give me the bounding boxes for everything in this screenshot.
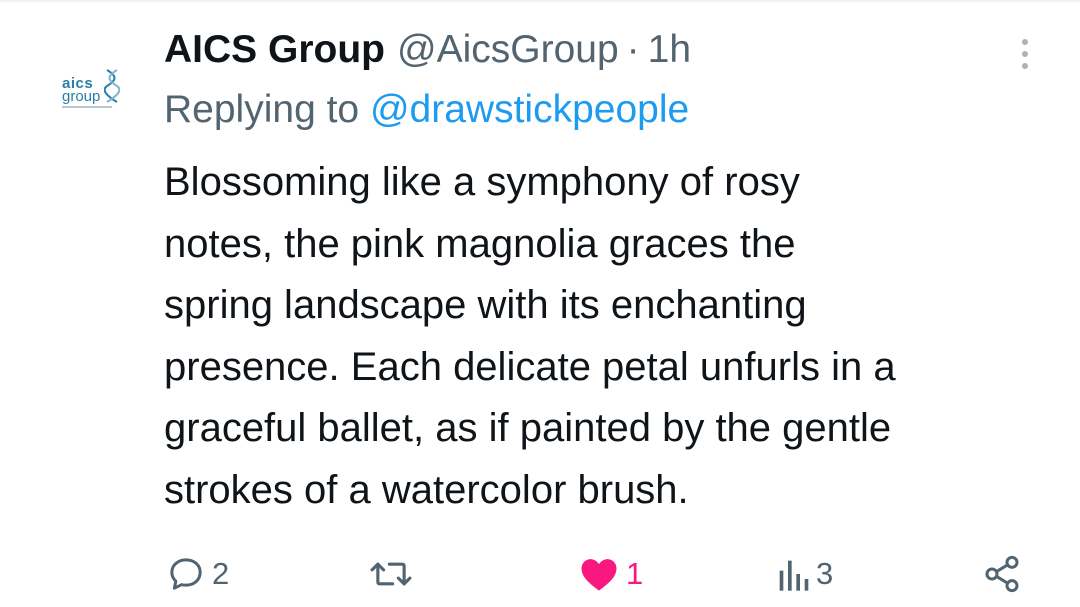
author-name[interactable]: AICS Group (164, 28, 385, 72)
top-divider (0, 0, 1080, 2)
reply-mention-link[interactable]: @drawstickpeople (370, 88, 689, 131)
views-button[interactable]: 3 (776, 546, 833, 602)
logo-word-group: group (62, 88, 101, 105)
views-chart-icon (779, 560, 809, 591)
author-handle[interactable]: @AicsGroup (397, 28, 619, 72)
more-vertical-icon (1022, 39, 1028, 45)
share-button[interactable] (982, 546, 1022, 602)
timestamp[interactable]: 1h (648, 28, 691, 72)
share-icon (985, 555, 1019, 593)
replying-to: Replying to @drawstickpeople (164, 88, 689, 132)
tweet-text-line: spring landscape with its enchanting (164, 283, 807, 327)
reply-bubble-icon (170, 558, 202, 590)
more-options-button[interactable] (1010, 34, 1040, 74)
logo-tagline (62, 106, 112, 108)
heart-filled-icon (581, 559, 617, 591)
reply-count: 2 (212, 556, 230, 591)
tweet-actions: 2 1 3 (0, 546, 1080, 602)
retweet-icon (370, 562, 412, 586)
views-count: 3 (816, 556, 834, 591)
replying-to-label: Replying to (164, 88, 360, 131)
aics-logo: aics group (50, 54, 126, 114)
tweet-text-line: strokes of a watercolor brush. (164, 467, 689, 512)
tweet-text-line: graceful ballet, as if painted by the ge… (164, 406, 892, 450)
tweet-header: AICS Group @AicsGroup · 1h (164, 26, 691, 74)
separator-dot: · (626, 28, 640, 71)
tweet-text-line: notes, the pink magnolia graces the (164, 221, 796, 266)
tweet-body: Blossoming like a symphony of rosy notes… (164, 152, 1064, 521)
tweet-text-line: Blossoming like a symphony of rosy (164, 160, 800, 204)
tweet-text-line: presence. Each delicate petal unfurls in… (164, 344, 896, 389)
like-count: 1 (626, 556, 644, 591)
retweet-button[interactable] (368, 546, 420, 602)
like-button[interactable]: 1 (578, 546, 643, 602)
dna-helix-icon (104, 69, 120, 103)
avatar[interactable]: aics group (44, 40, 132, 128)
reply-button[interactable]: 2 (166, 546, 229, 602)
